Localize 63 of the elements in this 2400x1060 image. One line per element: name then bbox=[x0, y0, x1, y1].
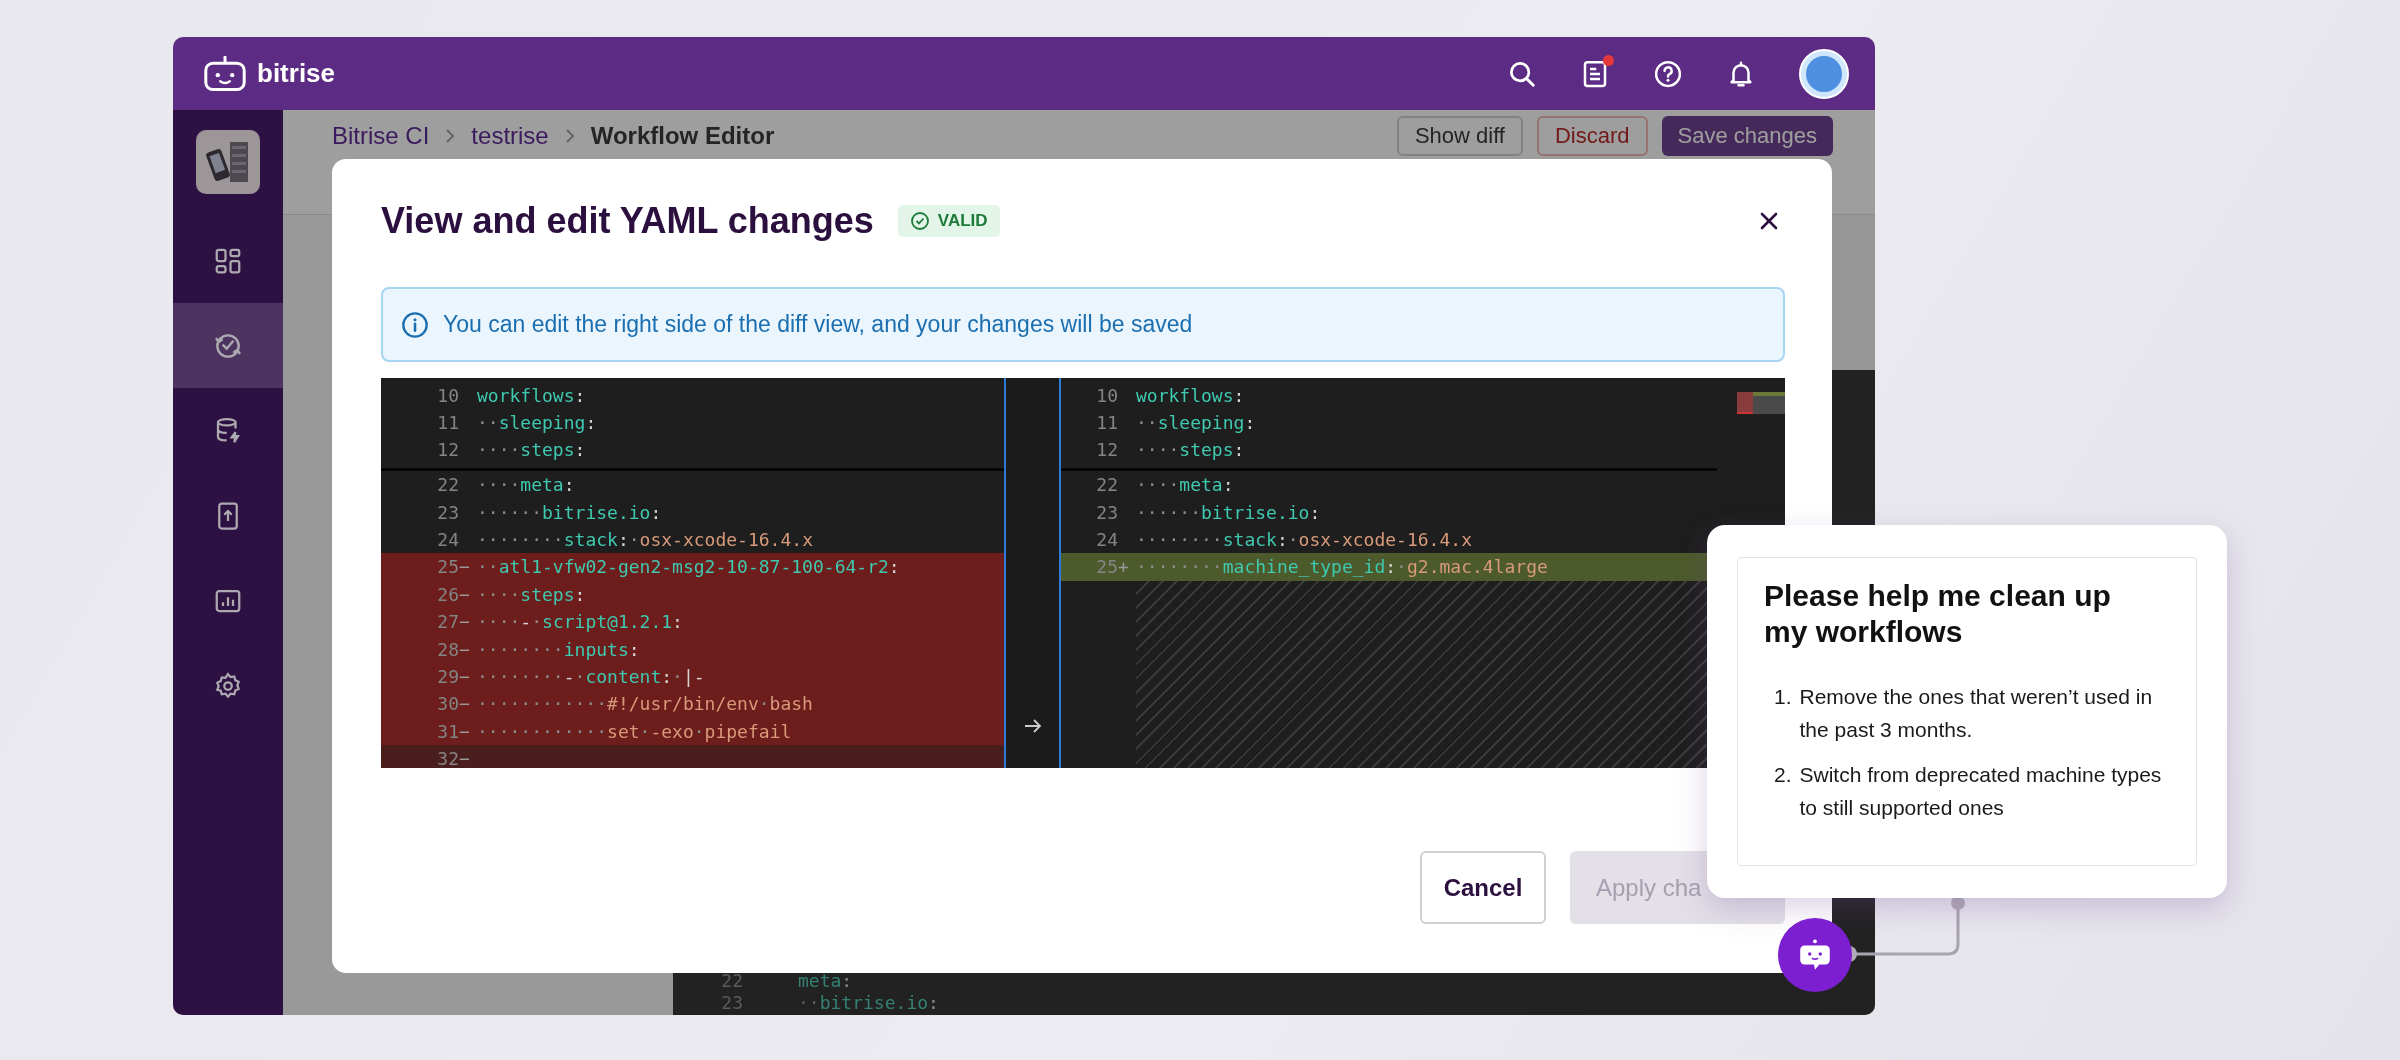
diff-marker: − bbox=[459, 720, 470, 742]
code-text: ········inputs: bbox=[477, 638, 640, 660]
code-text: ········machine_type_id:·g2.mac.4large bbox=[1136, 556, 1548, 578]
code-text: ········stack:·osx-xcode-16.4.x bbox=[1136, 528, 1472, 550]
line-number: 24 bbox=[1095, 528, 1118, 550]
breadcrumb-item: Workflow Editor bbox=[590, 122, 775, 150]
step-text: Remove the ones that weren’t used in the past 3 months. bbox=[1799, 684, 2154, 743]
line-number: 11 bbox=[1095, 412, 1118, 433]
code-text: ····meta: bbox=[1136, 474, 1234, 496]
code-text: ····-·script@1.2.1: bbox=[477, 611, 683, 633]
diff-marker: − bbox=[459, 665, 470, 687]
status-label: VALID bbox=[937, 211, 988, 231]
line-number: 32 bbox=[436, 748, 459, 768]
line-number: 30 bbox=[436, 693, 459, 715]
message-title: Please help me clean up my workflows bbox=[1764, 578, 2112, 650]
line-number: 22 bbox=[720, 969, 743, 991]
code-text: ········-·content:·|- bbox=[477, 665, 705, 687]
code-text: ············set·-exo·pipefail bbox=[477, 720, 792, 742]
diff-marker: + bbox=[1118, 556, 1129, 578]
code-text: ······bitrise.io: bbox=[1136, 501, 1321, 523]
code-text: ··atl1-vfw02-gen2-msg2-10-87-100-64-r2: bbox=[477, 556, 900, 578]
diff-marker: − bbox=[459, 611, 470, 633]
line-number: 22 bbox=[1095, 474, 1118, 496]
diff-marker: − bbox=[459, 748, 470, 768]
line-number: 25 bbox=[1095, 556, 1118, 578]
line-number: 28 bbox=[436, 638, 459, 660]
line-number: 10 bbox=[1095, 385, 1118, 406]
step-number: 2. bbox=[1774, 762, 1792, 788]
line-number: 10 bbox=[436, 385, 459, 406]
line-number: 24 bbox=[436, 528, 459, 550]
line-number: 12 bbox=[436, 439, 459, 460]
code-text: ····steps: bbox=[477, 583, 586, 605]
info-text: You can edit the right side of the diff view, and your changes will be saved bbox=[443, 311, 1193, 338]
code-text: ······bitrise.io: bbox=[477, 501, 662, 523]
line-number: 31 bbox=[436, 720, 459, 742]
code-text: ··bitrise.io: bbox=[798, 991, 939, 1013]
code-text: ····meta: bbox=[477, 474, 575, 496]
code-text: meta: bbox=[798, 969, 853, 991]
line-number: 29 bbox=[436, 665, 459, 687]
line-number: 11 bbox=[436, 412, 459, 433]
line-number: 23 bbox=[1095, 501, 1118, 523]
line-number: 23 bbox=[720, 991, 743, 1013]
code-text: ············#!/usr/bin/env·bash bbox=[477, 693, 813, 715]
code-text: ········stack:·osx-xcode-16.4.x bbox=[477, 528, 813, 550]
step-text: Switch from deprecated machine types to still supported ones bbox=[1799, 762, 2163, 821]
line-number: 26 bbox=[436, 583, 459, 605]
line-number: 22 bbox=[436, 474, 459, 496]
code-text: workflows: bbox=[477, 385, 586, 406]
line-number: 25 bbox=[436, 556, 459, 578]
line-number: 27 bbox=[436, 611, 459, 633]
code-text: workflows: bbox=[1136, 385, 1245, 406]
code-text: ··sleeping: bbox=[1136, 412, 1256, 433]
modal-title: View and edit YAML changes bbox=[381, 200, 874, 242]
diff-marker: − bbox=[459, 638, 470, 660]
diff-marker: − bbox=[459, 583, 470, 605]
diff-marker: − bbox=[459, 556, 470, 578]
line-number: 12 bbox=[1095, 439, 1118, 460]
code-text: ··sleeping: bbox=[477, 412, 597, 433]
code-text: ····steps: bbox=[1136, 439, 1245, 460]
code-text: ····steps: bbox=[477, 439, 586, 460]
line-number: 23 bbox=[436, 501, 459, 523]
diff-marker: − bbox=[459, 693, 470, 715]
step-number: 1. bbox=[1774, 684, 1792, 710]
